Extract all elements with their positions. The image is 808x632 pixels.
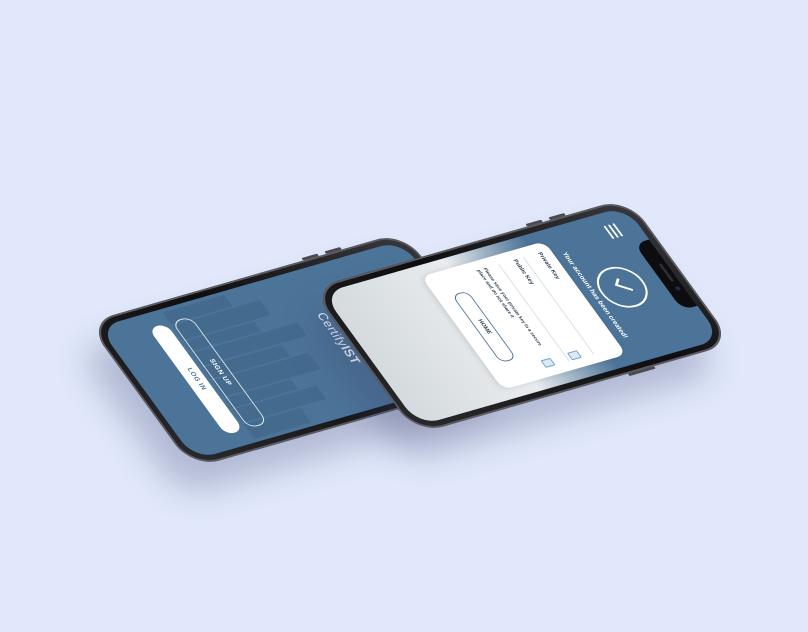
menu-icon[interactable] (603, 223, 624, 240)
volume-up-button (324, 247, 342, 254)
volume-up-button (548, 213, 566, 220)
volume-down-button (525, 219, 543, 227)
keys-card: Private Key Public Key Please save your … (421, 241, 627, 390)
power-button (627, 366, 656, 377)
front-camera (674, 285, 682, 292)
private-key-label: Private Key (535, 251, 561, 280)
volume-down-button (301, 253, 319, 261)
copy-private-key-icon[interactable] (540, 357, 556, 368)
copy-public-key-icon[interactable] (566, 350, 582, 361)
speaker (658, 263, 675, 282)
